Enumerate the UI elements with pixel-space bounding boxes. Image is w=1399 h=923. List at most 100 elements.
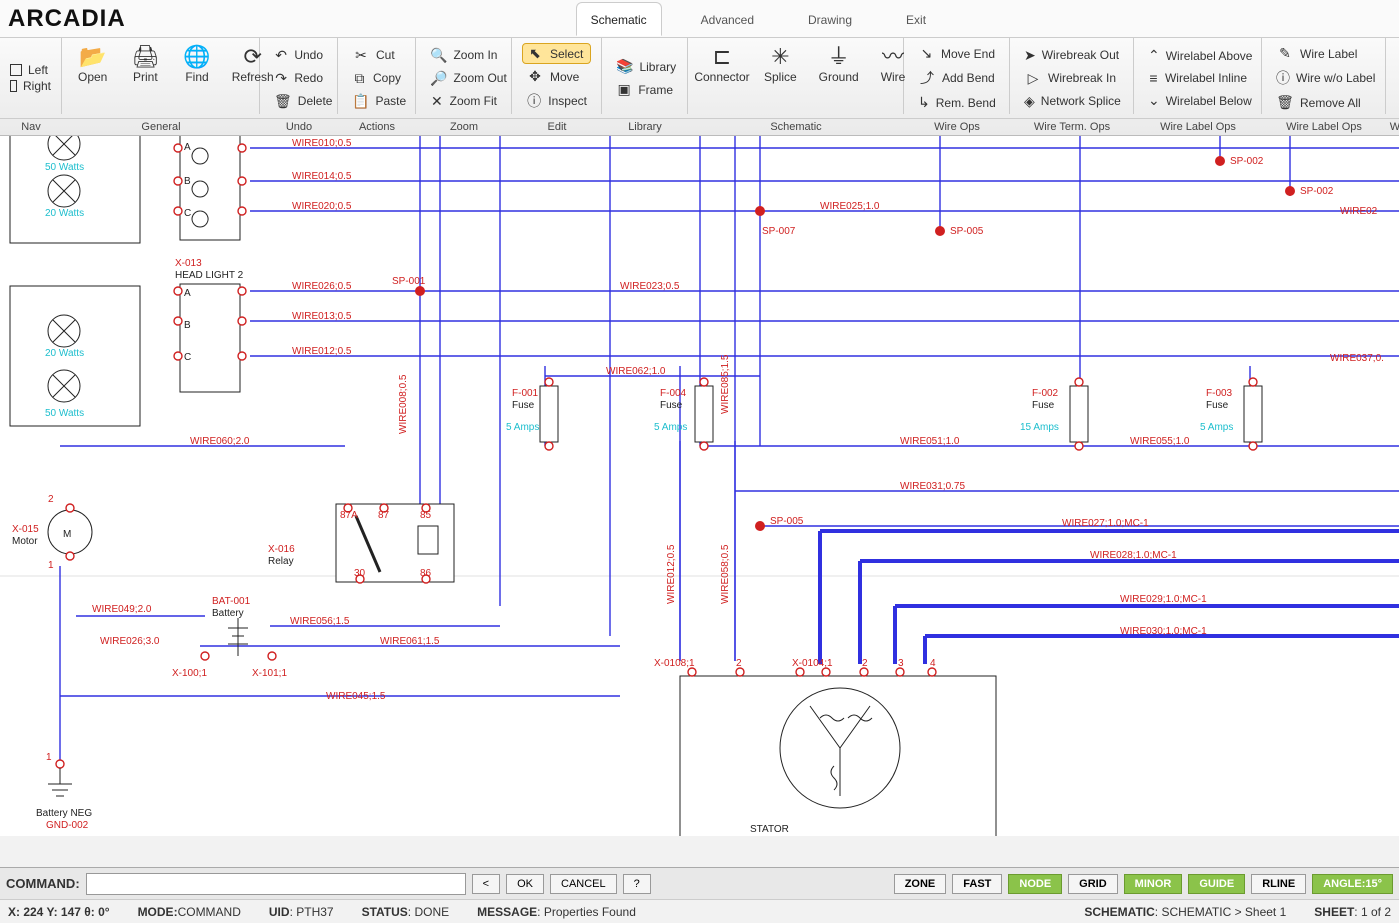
copy-button[interactable]: ⧉Copy [348,68,405,89]
wirelabel-inline-button[interactable]: ≡Wirelabel Inline [1144,68,1251,88]
toggle-node[interactable]: NODE [1008,874,1062,894]
splice-button[interactable]: ✳Splice [758,42,803,88]
back-button[interactable]: < [472,874,500,894]
undo-button[interactable]: ↶Undo [270,45,327,66]
help-button[interactable]: ? [623,874,651,894]
wire-labels: WIRE010;0.5 WIRE014;0.5 WIRE020;0.5 WIRE… [92,138,1384,702]
cut-button[interactable]: ✂Cut [348,45,405,66]
connector-top1[interactable]: A B C [174,136,246,240]
label-icon: ✎ [1276,45,1294,62]
print-label: Print [133,70,158,84]
status-uid-v: : PTH37 [290,905,334,919]
connector-button[interactable]: ⊏Connector [698,42,746,88]
frame-button[interactable]: ▣Frame [612,79,677,100]
f004-rating: 5 Amps [654,422,687,433]
toggle-zone[interactable]: ZONE [894,874,947,894]
tab-schematic[interactable]: Schematic [576,2,662,36]
toggle-minor[interactable]: MINOR [1124,874,1183,894]
x013-name: HEAD LIGHT 2 [175,270,244,281]
component-f001[interactable]: F-001 Fuse 5 Amps [506,378,558,450]
toggle-guide[interactable]: GUIDE [1188,874,1245,894]
svg-text:M: M [63,529,71,540]
inspect-button[interactable]: ⓘInspect [522,89,591,113]
x013-ref: X-013 [175,258,202,269]
wirelabel-above-button[interactable]: ⌃Wirelabel Above [1144,45,1251,66]
x015-name: Motor [12,536,38,547]
zoom-out-button[interactable]: 🔎Zoom Out [426,68,501,89]
schematic-canvas[interactable]: 50 Watts 20 Watts A B C X-013 HEAD LIGHT… [0,136,1399,836]
wirelabel-above-label: Wirelabel Above [1166,49,1253,63]
add-bend-icon: ⤴ [918,68,936,88]
nav-right[interactable]: Right [10,79,51,93]
zoom-in-button[interactable]: 🔍Zoom In [426,45,501,66]
lbl-w056: WIRE056;1.5 [290,616,350,627]
delete-button[interactable]: 🗑Delete [270,91,327,112]
stator-pinL: X-0108;1 [654,658,695,669]
tab-advanced[interactable]: Advanced [686,2,769,36]
wire-label-button[interactable]: ✎Wire Label [1272,43,1375,64]
component-battery[interactable]: BAT-001 Battery X-100;1 X-101;1 [172,596,287,679]
stator-name: STATOR [750,824,789,835]
open-button[interactable]: 📂Open [72,42,113,88]
group-actions-label: Actions [338,118,416,135]
component-f003[interactable]: F-003 Fuse 5 Amps [1200,378,1262,450]
library-button[interactable]: 📚Library [612,56,677,77]
nav-left[interactable]: Left [10,63,51,77]
undo-label: Undo [294,48,323,62]
wirelabel-below-button[interactable]: ⌄Wirelabel Below [1144,90,1251,111]
component-f004[interactable]: F-004 Fuse 5 Amps [654,378,713,450]
lbl-w012: WIRE012;0.5 [292,346,352,357]
ok-button[interactable]: OK [506,874,544,894]
network-splice-button[interactable]: ◈Network Splice [1020,91,1123,112]
tab-exit[interactable]: Exit [891,2,941,36]
wirebreak-in-button[interactable]: ▷Wirebreak In [1020,68,1123,89]
wirebreak-out-button[interactable]: ➤Wirebreak Out [1020,45,1123,66]
component-motor[interactable]: M X-015 Motor 2 1 [12,494,92,571]
connector-headlight2[interactable]: A B C [174,284,246,392]
command-input[interactable] [86,873,466,895]
wire-wo-label-button[interactable]: ⓘWire w/o Label [1272,66,1375,90]
toggle-angle[interactable]: ANGLE:15° [1312,874,1393,894]
status-mode-l: MODE: [138,905,178,919]
copy-label: Copy [373,71,401,85]
add-bend-button[interactable]: ⤴Add Bend [914,66,999,90]
wire-wo-label-label: Wire w/o Label [1296,71,1375,85]
zoom-fit-button[interactable]: ✕Zoom Fit [426,91,501,112]
status-status-v: : DONE [408,905,449,919]
cancel-button[interactable]: CANCEL [550,874,617,894]
f004-ref: F-004 [660,388,687,399]
redo-button[interactable]: ↷Redo [270,68,327,89]
stator-pinR: X-0104;1 [792,658,833,669]
schematic-svg: 50 Watts 20 Watts A B C X-013 HEAD LIGHT… [0,136,1399,836]
status-sheet-l: SHEET [1314,905,1354,919]
select-button[interactable]: ⬉Select [522,43,591,64]
component-f002[interactable]: F-002 Fuse 15 Amps [1020,378,1088,450]
status-status-l: STATUS [362,905,408,919]
toggle-grid[interactable]: GRID [1068,874,1118,894]
wirebreak-out-label: Wirebreak Out [1042,48,1119,62]
toggle-rline[interactable]: RLINE [1251,874,1306,894]
lbl-w005: WIRE085;1.5 [720,354,731,414]
select-label: Select [550,47,583,61]
ground-button[interactable]: ⏚Ground [815,42,863,88]
paste-button[interactable]: 📋Paste [348,91,405,112]
print-button[interactable]: 🖨Print [125,42,165,88]
f002-rating: 15 Amps [1020,422,1059,433]
component-stator[interactable]: X-0108;1 X-0104;1 2 2 3 4 STATOR [654,658,996,836]
component-relay[interactable]: X-016 Relay 87A 87 85 30 86 [268,504,454,583]
move-end-button[interactable]: ↘Move End [914,43,999,64]
remove-all-button[interactable]: 🗑Remove All [1272,92,1375,113]
component-headlight1[interactable]: 50 Watts 20 Watts [10,136,140,243]
rem-bend-button[interactable]: ↳Rem. Bend [914,92,999,113]
bat-name: Battery [212,608,244,619]
move-button[interactable]: ✥Move [522,66,591,87]
tab-drawing[interactable]: Drawing [793,2,867,36]
x016-name: Relay [268,556,294,567]
pin-c2: C [184,352,191,363]
toggle-fast[interactable]: FAST [952,874,1002,894]
group-schematic-label: Schematic [688,118,904,135]
info-icon: ⓘ [526,91,542,111]
zoom-fit-icon: ✕ [430,93,444,110]
find-button[interactable]: 🌐Find [177,42,216,88]
component-ground[interactable]: Battery NEG GND-002 1 [36,752,92,831]
